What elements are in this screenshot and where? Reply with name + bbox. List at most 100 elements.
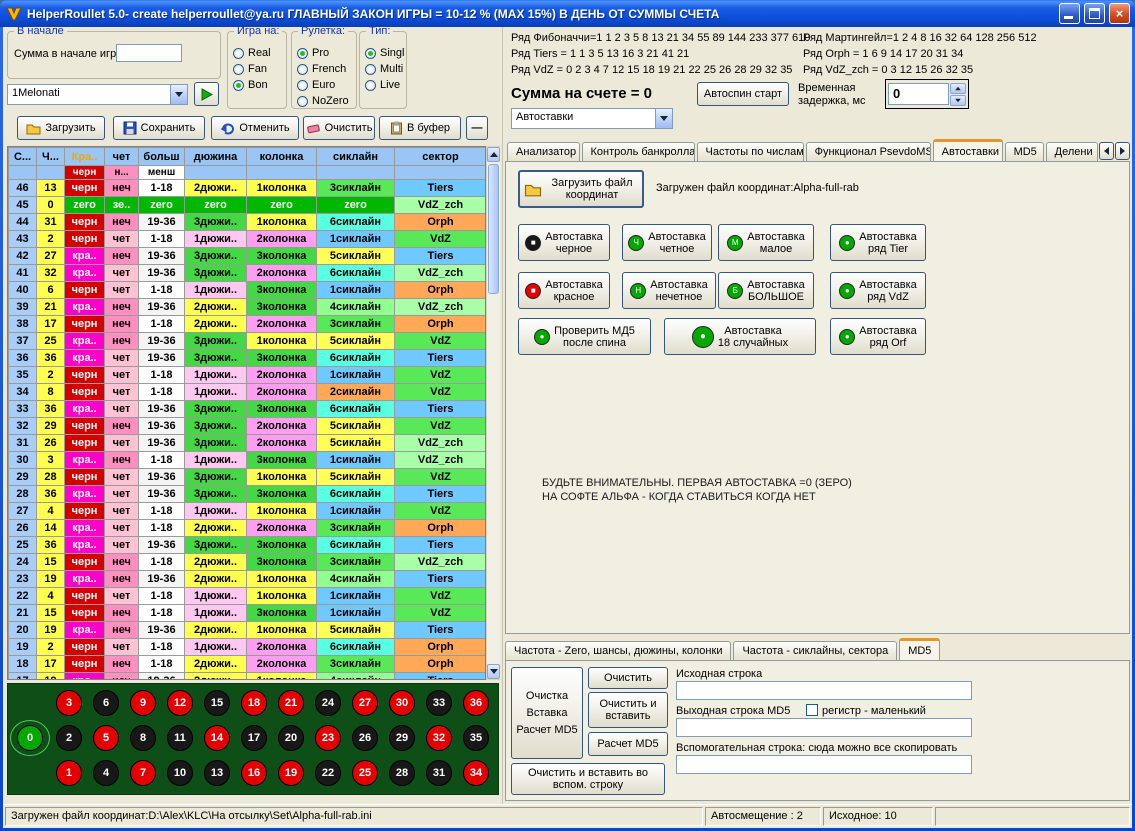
output-string-input[interactable] <box>676 718 972 737</box>
md5-clear-button[interactable]: Очистить <box>588 667 668 689</box>
roulette-number-8[interactable]: 8 <box>130 725 156 751</box>
roulette-number-18[interactable]: 18 <box>241 690 267 716</box>
roulette-number-17[interactable]: 17 <box>241 725 267 751</box>
radio-option-singl[interactable]: Singl <box>365 45 406 61</box>
autobet-vdz-row-button[interactable]: ●Автоставкаряд VdZ <box>830 272 926 309</box>
roulette-number-36[interactable]: 36 <box>463 690 489 716</box>
radio-option-pro[interactable]: Pro <box>297 45 356 61</box>
roulette-number-15[interactable]: 15 <box>204 690 230 716</box>
roulette-number-32[interactable]: 32 <box>426 725 452 751</box>
chevron-down-icon[interactable] <box>655 109 672 128</box>
strategy-combobox[interactable]: 1Melonati <box>7 84 188 105</box>
tab-bankroll-control[interactable]: Контроль банкролла <box>582 142 695 161</box>
radio-option-euro[interactable]: Euro <box>297 77 356 93</box>
roulette-number-16[interactable]: 16 <box>241 760 267 786</box>
roulette-number-23[interactable]: 23 <box>315 725 341 751</box>
tab-division[interactable]: Делени <box>1046 142 1098 161</box>
tab-autobets[interactable]: Автоставки <box>933 139 1003 161</box>
tabs-scroll-right-button[interactable] <box>1115 142 1130 160</box>
scrollbar-thumb[interactable] <box>488 164 499 294</box>
radio-option-real[interactable]: Real <box>233 45 286 61</box>
load-button[interactable]: Загрузить <box>17 116 105 140</box>
tab-md5[interactable]: MD5 <box>1005 142 1044 161</box>
play-button[interactable] <box>194 82 219 106</box>
delay-decrement-button[interactable] <box>950 95 966 106</box>
tab-freq-md5[interactable]: MD5 <box>899 638 940 660</box>
tabs-scroll-left-button[interactable] <box>1099 142 1114 160</box>
autobet-tier-row-button[interactable]: ●Автоставкаряд Tier <box>830 224 926 261</box>
undo-button[interactable]: Отменить <box>211 116 299 140</box>
check-md5-after-spin-button[interactable]: ●Проверить МД5после спина <box>518 318 651 355</box>
roulette-number-19[interactable]: 19 <box>278 760 304 786</box>
column-header[interactable]: Кра.. <box>65 148 105 166</box>
tab-number-frequencies[interactable]: Частоты по числам <box>697 142 804 161</box>
roulette-number-34[interactable]: 34 <box>463 760 489 786</box>
tab-analyzer[interactable]: Анализатор <box>507 142 580 161</box>
autobet-high-button[interactable]: БАвтоставкаБОЛЬШОЕ <box>718 272 814 309</box>
close-button[interactable]: × <box>1109 3 1130 24</box>
lowercase-checkbox[interactable] <box>806 704 818 716</box>
roulette-number-27[interactable]: 27 <box>352 690 378 716</box>
roulette-number-9[interactable]: 9 <box>130 690 156 716</box>
clear-paste-calc-md5-button[interactable]: Очистка Вставка Расчет MD5 <box>511 667 583 759</box>
tab-freq-zero-chances[interactable]: Частота - Zero, шансы, дюжины, колонки <box>505 641 731 660</box>
tab-psevdoms[interactable]: Функционал PsevdoMS <box>806 142 931 161</box>
autobet-black-button[interactable]: ■Автоставкачерное <box>518 224 610 261</box>
md5-calc-button[interactable]: Расчет MD5 <box>588 732 668 756</box>
autospin-start-button[interactable]: Автоспин старт <box>697 82 789 106</box>
copy-to-buffer-button[interactable]: В буфер <box>379 116 461 140</box>
aux-string-input[interactable] <box>676 755 972 774</box>
roulette-number-26[interactable]: 26 <box>352 725 378 751</box>
radio-option-bon[interactable]: Bon <box>233 77 286 93</box>
start-sum-input[interactable] <box>116 44 182 62</box>
autobet-low-button[interactable]: МАвтоставкамалое <box>718 224 814 261</box>
chevron-down-icon[interactable] <box>170 85 187 104</box>
roulette-number-2[interactable]: 2 <box>56 725 82 751</box>
maximize-button[interactable] <box>1084 3 1105 24</box>
roulette-number-12[interactable]: 12 <box>167 690 193 716</box>
column-header[interactable]: С... <box>9 148 37 166</box>
autobet-red-button[interactable]: ■Автоставкакрасное <box>518 272 610 309</box>
roulette-number-28[interactable]: 28 <box>389 760 415 786</box>
paste-to-aux-button[interactable]: Очистить и вставить во вспом. строку <box>511 763 665 795</box>
roulette-number-13[interactable]: 13 <box>204 760 230 786</box>
radio-option-fan[interactable]: Fan <box>233 61 286 77</box>
roulette-number-20[interactable]: 20 <box>278 725 304 751</box>
load-coordinates-button[interactable]: Загрузить файл координат <box>518 170 644 208</box>
autobet-even-button[interactable]: ЧАвтоставкачетное <box>622 224 712 261</box>
table-scrollbar[interactable] <box>486 146 501 680</box>
md5-clear-and-paste-button[interactable]: Очистить и вставить <box>588 692 668 728</box>
roulette-number-5[interactable]: 5 <box>93 725 119 751</box>
column-header[interactable]: чет <box>105 148 139 166</box>
scroll-down-icon[interactable] <box>487 664 500 679</box>
roulette-number-31[interactable]: 31 <box>426 760 452 786</box>
autobet-18-random-button[interactable]: ●Автоставка18 случайных <box>664 318 816 355</box>
radio-option-live[interactable]: Live <box>365 77 406 93</box>
roulette-number-21[interactable]: 21 <box>278 690 304 716</box>
roulette-number-14[interactable]: 14 <box>204 725 230 751</box>
column-header[interactable]: сиклайн <box>317 148 395 166</box>
column-header[interactable]: больш <box>139 148 185 166</box>
autobet-orf-row-button[interactable]: ●Автоставкаряд Orf <box>830 318 926 355</box>
autobets-combobox[interactable]: Автоставки <box>511 108 673 129</box>
roulette-number-35[interactable]: 35 <box>463 725 489 751</box>
roulette-number-7[interactable]: 7 <box>130 760 156 786</box>
radio-option-multi[interactable]: Multi <box>365 61 406 77</box>
save-button[interactable]: Сохранить <box>113 116 205 140</box>
roulette-number-24[interactable]: 24 <box>315 690 341 716</box>
roulette-number-22[interactable]: 22 <box>315 760 341 786</box>
autobet-odd-button[interactable]: НАвтоставканечетное <box>622 272 716 309</box>
radio-option-nozero[interactable]: NoZero <box>297 93 356 109</box>
scroll-up-icon[interactable] <box>487 147 500 162</box>
roulette-number-25[interactable]: 25 <box>352 760 378 786</box>
roulette-number-10[interactable]: 10 <box>167 760 193 786</box>
minimize-button[interactable] <box>1059 3 1080 24</box>
collapse-button[interactable]: — <box>466 116 488 140</box>
roulette-number-29[interactable]: 29 <box>389 725 415 751</box>
tab-freq-sixlines-sectors[interactable]: Частота - сиклайны, сектора <box>733 641 897 660</box>
roulette-number-11[interactable]: 11 <box>167 725 193 751</box>
delay-increment-button[interactable] <box>950 83 966 94</box>
column-header[interactable]: Ч... <box>37 148 65 166</box>
column-header[interactable]: дюжина <box>185 148 247 166</box>
radio-option-french[interactable]: French <box>297 61 356 77</box>
